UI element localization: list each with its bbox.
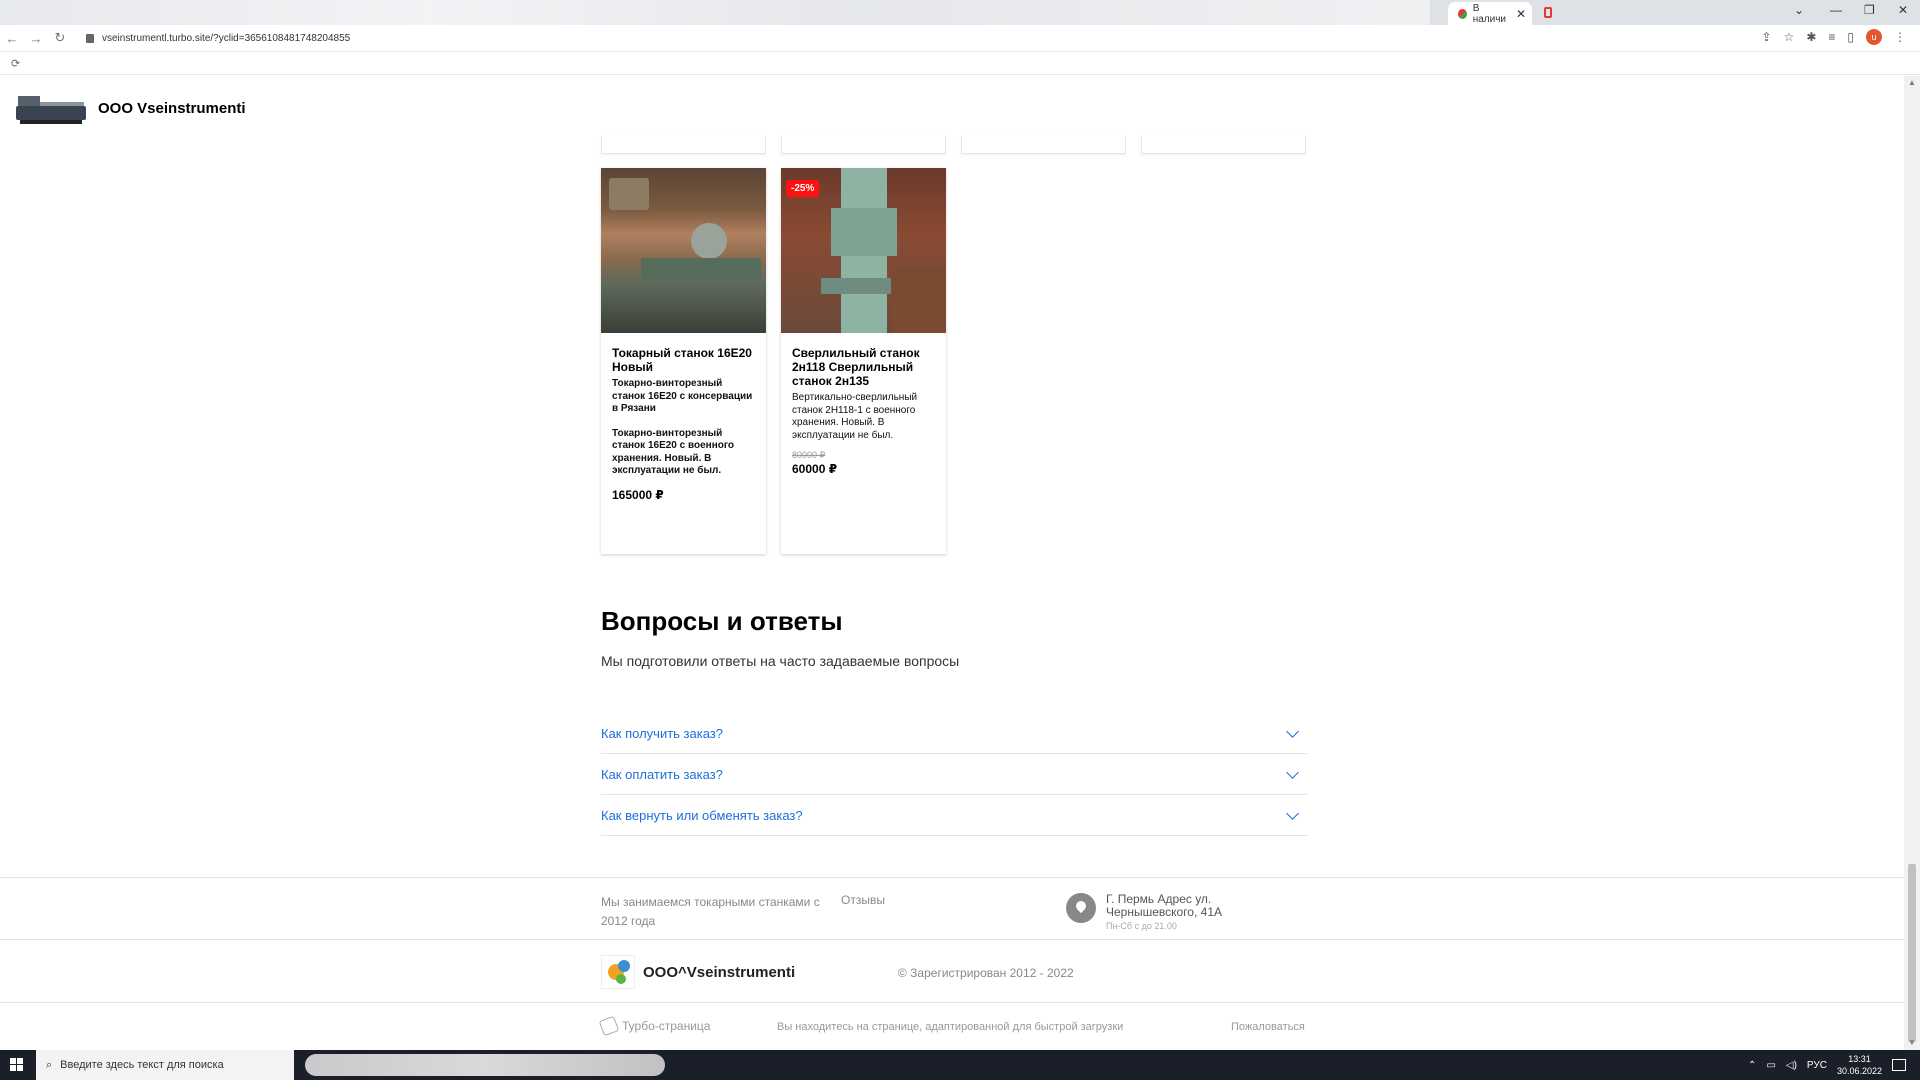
network-icon[interactable]: ▭ bbox=[1766, 1060, 1775, 1071]
menu-kebab-icon[interactable]: ⋮ bbox=[1894, 30, 1906, 44]
fast-load-note: Вы находитесь на странице, адаптированно… bbox=[777, 1021, 1124, 1033]
blurred-taskbar-apps bbox=[305, 1054, 665, 1076]
volume-icon[interactable]: ◁) bbox=[1786, 1060, 1797, 1071]
faq-subheading: Мы подготовили ответы на часто задаваемы… bbox=[601, 653, 960, 669]
tab-favicon-icon bbox=[1458, 8, 1467, 19]
product-title[interactable]: Токарный станок 16Е20 Новый bbox=[612, 346, 755, 374]
working-hours: Пн-Сб с до 21.00 bbox=[1106, 921, 1177, 931]
turbo-page-link[interactable]: Турбо-страница bbox=[598, 1015, 711, 1037]
footer-reviews-link[interactable]: Отзывы bbox=[841, 893, 885, 907]
footer-divider bbox=[0, 939, 1904, 940]
clock-time: 13:31 bbox=[1848, 1054, 1871, 1064]
restore-icon[interactable]: ❐ bbox=[1864, 3, 1875, 17]
extensions-icon[interactable]: ✱ bbox=[1806, 30, 1816, 44]
tab-title: В наличи bbox=[1472, 2, 1507, 25]
system-tray: ⌃ ▭ ◁) РУС 13:31 30.06.2022 bbox=[1748, 1050, 1906, 1080]
windows-start-icon[interactable] bbox=[10, 1058, 24, 1072]
back-icon[interactable]: ← bbox=[0, 31, 24, 46]
previous-product-row bbox=[601, 136, 1306, 154]
turbo-label: Турбо-страница bbox=[622, 1019, 711, 1033]
footer-about: Мы занимаемся токарными станками с 2012 … bbox=[601, 895, 820, 928]
product-old-price: 80000 ₽ bbox=[792, 450, 826, 460]
browser-toolbar-right: ⇪ ☆ ✱ ≡ ▯ u ⋮ bbox=[1761, 29, 1906, 45]
product-card-edge[interactable] bbox=[601, 136, 766, 154]
search-icon: ⌕ bbox=[46, 1058, 53, 1071]
scroll-down-arrow-icon[interactable]: ▼ bbox=[1908, 1038, 1916, 1047]
footer-brand: ООО^Vseinstrumenti bbox=[601, 955, 795, 989]
browser-tab-active[interactable]: В наличи ✕ bbox=[1448, 2, 1532, 25]
footer-address: Г. Пермь Адрес ул. Чернышевского, 41А Пн… bbox=[1066, 893, 1236, 931]
url-text: vseinstrumentl.turbo.site/?yclid=3656108… bbox=[102, 32, 351, 44]
share-icon[interactable]: ⇪ bbox=[1761, 30, 1771, 44]
scrollbar-thumb[interactable] bbox=[1908, 864, 1916, 1042]
product-grid: Токарный станок 16Е20 Новый Токарно-винт… bbox=[601, 168, 946, 554]
product-description-extra: Токарно-винторезный станок 16Е20 с военн… bbox=[612, 427, 735, 477]
taskbar-search-placeholder: Введите здесь текст для поиска bbox=[60, 1059, 224, 1071]
product-image-lathe[interactable] bbox=[601, 168, 766, 333]
product-card-edge[interactable] bbox=[1141, 136, 1306, 154]
brand-logo[interactable] bbox=[601, 955, 635, 989]
chevron-down-icon[interactable] bbox=[1286, 724, 1299, 738]
bookmarks-bar: ⟳ bbox=[0, 53, 1920, 75]
profile-avatar[interactable]: u bbox=[1866, 29, 1882, 45]
windows-taskbar: ⌕ Введите здесь текст для поиска ⌃ ▭ ◁) … bbox=[0, 1050, 1920, 1080]
browser-tab-bar: В наличи ✕ ⌄ — ❐ ✕ bbox=[0, 0, 1920, 25]
language-indicator[interactable]: РУС bbox=[1807, 1060, 1827, 1071]
reading-list-icon[interactable]: ≡ bbox=[1828, 30, 1835, 44]
product-description: Вертикально-сверлильный станок 2Н118-1 с… bbox=[792, 392, 918, 441]
clock-date: 30.06.2022 bbox=[1836, 1066, 1882, 1076]
tab-close-icon[interactable]: ✕ bbox=[1516, 7, 1526, 21]
product-card-edge[interactable] bbox=[781, 136, 946, 154]
bookmark-star-icon[interactable]: ☆ bbox=[1784, 30, 1795, 44]
footer-divider bbox=[0, 1002, 1904, 1003]
brand-name[interactable]: ООО^Vseinstrumenti bbox=[643, 964, 795, 981]
faq-question[interactable]: Как получить заказ? bbox=[601, 726, 723, 741]
tab-favicon-red-icon[interactable] bbox=[1544, 7, 1552, 18]
product-price: 60000 ₽ bbox=[792, 462, 838, 476]
product-card[interactable]: -25% Сверлильный станок 2н118 Сверлильны… bbox=[781, 168, 946, 554]
faq-question[interactable]: Как оплатить заказ? bbox=[601, 767, 723, 782]
address-text[interactable]: Г. Пермь Адрес ул. Чернышевского, 41А bbox=[1106, 893, 1236, 919]
product-card[interactable]: Токарный станок 16Е20 Новый Токарно-винт… bbox=[601, 168, 766, 554]
faq-item[interactable]: Как вернуть или обменять заказ? bbox=[601, 795, 1307, 836]
product-card-edge[interactable] bbox=[961, 136, 1126, 154]
site-title[interactable]: ООО Vseinstrumenti bbox=[98, 100, 246, 117]
faq-question[interactable]: Как вернуть или обменять заказ? bbox=[601, 808, 803, 823]
copyright: © Зарегистрирован 2012 - 2022 bbox=[898, 966, 1074, 980]
tray-chevron-icon[interactable]: ⌃ bbox=[1748, 1060, 1756, 1071]
side-panel-icon[interactable]: ▯ bbox=[1847, 30, 1854, 44]
forward-icon[interactable]: → bbox=[24, 31, 48, 46]
scroll-up-arrow-icon[interactable]: ▲ bbox=[1908, 78, 1916, 87]
site-header: ООО Vseinstrumenti bbox=[14, 90, 246, 126]
close-window-icon[interactable]: ✕ bbox=[1898, 3, 1908, 17]
taskbar-search[interactable]: ⌕ Введите здесь текст для поиска bbox=[36, 1050, 294, 1080]
footer-divider bbox=[0, 877, 1904, 878]
minimize-icon[interactable]: — bbox=[1830, 3, 1842, 17]
chevron-down-icon[interactable] bbox=[1286, 806, 1299, 820]
chevron-down-icon[interactable] bbox=[1286, 765, 1299, 779]
lock-icon bbox=[86, 33, 94, 43]
rocket-icon bbox=[598, 1015, 620, 1037]
bookmark-favicon-icon[interactable]: ⟳ bbox=[11, 57, 20, 70]
product-price: 165000 ₽ bbox=[612, 487, 664, 502]
product-image-drill[interactable]: -25% bbox=[781, 168, 946, 333]
clock[interactable]: 13:31 30.06.2022 bbox=[1837, 1053, 1882, 1077]
notifications-icon[interactable] bbox=[1892, 1059, 1906, 1071]
tab-list-chevron-icon[interactable]: ⌄ bbox=[1794, 3, 1804, 17]
url-field[interactable]: vseinstrumentl.turbo.site/?yclid=3656108… bbox=[86, 33, 350, 44]
faq-list: Как получить заказ? Как оплатить заказ? … bbox=[601, 713, 1307, 836]
faq-heading: Вопросы и ответы bbox=[601, 606, 843, 636]
reload-icon[interactable]: ↻ bbox=[48, 30, 72, 46]
complain-link[interactable]: Пожаловаться bbox=[1231, 1021, 1305, 1033]
product-title[interactable]: Сверлильный станок 2н118 Сверлильный ста… bbox=[792, 346, 935, 388]
address-bar: ← → ↻ vseinstrumentl.turbo.site/?yclid=3… bbox=[0, 25, 1920, 52]
faq-item[interactable]: Как оплатить заказ? bbox=[601, 754, 1307, 795]
site-logo[interactable] bbox=[14, 90, 90, 126]
product-description: Токарно-винторезный станок 16Е20 с консе… bbox=[612, 378, 753, 414]
map-pin-icon[interactable] bbox=[1066, 893, 1096, 923]
discount-badge: -25% bbox=[786, 180, 820, 197]
blurred-tabs bbox=[0, 0, 1430, 25]
faq-item[interactable]: Как получить заказ? bbox=[601, 713, 1307, 754]
